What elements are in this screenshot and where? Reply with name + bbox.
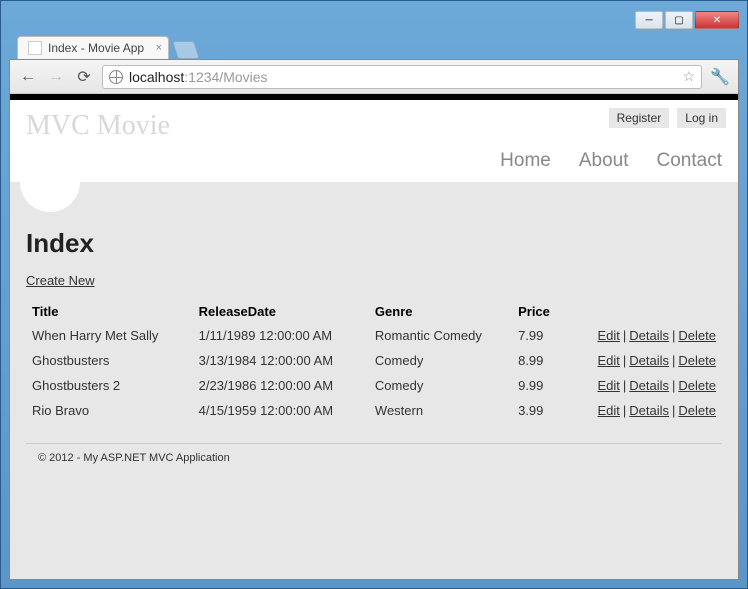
cell-actions: Edit|Details|Delete [565, 348, 722, 373]
edit-link[interactable]: Edit [597, 403, 619, 418]
cell-price: 3.99 [512, 398, 565, 423]
edit-link[interactable]: Edit [597, 378, 619, 393]
bookmark-star-icon[interactable]: ☆ [683, 68, 696, 85]
cell-release: 4/15/1959 12:00:00 AM [193, 398, 369, 423]
delete-link[interactable]: Delete [678, 403, 716, 418]
delete-link[interactable]: Delete [678, 353, 716, 368]
cell-price: 7.99 [512, 323, 565, 348]
browser-toolbar: ← → ⟳ localhost:1234/Movies ☆ 🔧 [10, 60, 738, 94]
cell-actions: Edit|Details|Delete [565, 373, 722, 398]
table-row: Ghostbusters 22/23/1986 12:00:00 AMComed… [26, 373, 722, 398]
edit-link[interactable]: Edit [597, 328, 619, 343]
cell-release: 1/11/1989 12:00:00 AM [193, 323, 369, 348]
cell-title: Ghostbusters 2 [26, 373, 193, 398]
header-circle-decoration [20, 152, 80, 212]
login-link[interactable]: Log in [677, 108, 726, 128]
col-genre: Genre [369, 300, 512, 323]
new-tab-button[interactable] [172, 41, 200, 59]
nav-home[interactable]: Home [500, 150, 551, 172]
nav-about[interactable]: About [579, 150, 629, 172]
details-link[interactable]: Details [629, 403, 669, 418]
delete-link[interactable]: Delete [678, 328, 716, 343]
main-content: Index Create New Title ReleaseDate Genre… [10, 182, 738, 496]
col-price: Price [512, 300, 565, 323]
auth-links: Register Log in [609, 108, 726, 128]
url-host: localhost [129, 69, 184, 85]
back-button[interactable]: ← [18, 67, 38, 87]
url-path: :1234/Movies [184, 69, 267, 85]
edit-link[interactable]: Edit [597, 353, 619, 368]
tab-title: Index - Movie App [48, 41, 144, 55]
maximize-button[interactable]: ▢ [665, 11, 693, 29]
movies-table: Title ReleaseDate Genre Price When Harry… [26, 300, 722, 423]
cell-genre: Comedy [369, 373, 512, 398]
cell-genre: Comedy [369, 348, 512, 373]
details-link[interactable]: Details [629, 378, 669, 393]
site-header: Register Log in MVC Movie Home About Con… [10, 100, 738, 182]
tab-close-icon[interactable]: × [156, 42, 162, 54]
table-row: Rio Bravo4/15/1959 12:00:00 AMWestern3.9… [26, 398, 722, 423]
nav-contact[interactable]: Contact [657, 150, 722, 172]
cell-release: 2/23/1986 12:00:00 AM [193, 373, 369, 398]
cell-genre: Western [369, 398, 512, 423]
col-actions [565, 300, 722, 323]
browser-viewport: ← → ⟳ localhost:1234/Movies ☆ 🔧 Register… [9, 59, 739, 580]
cell-price: 8.99 [512, 348, 565, 373]
minimize-button[interactable]: ─ [635, 11, 663, 29]
register-link[interactable]: Register [609, 108, 670, 128]
browser-window: ─ ▢ ✕ Index - Movie App × ← → ⟳ localhos… [0, 0, 748, 589]
tab-strip: Index - Movie App × [9, 31, 739, 59]
site-footer: © 2012 - My ASP.NET MVC Application [26, 443, 722, 472]
cell-actions: Edit|Details|Delete [565, 398, 722, 423]
cell-title: Rio Bravo [26, 398, 193, 423]
close-button[interactable]: ✕ [695, 11, 739, 29]
table-row: When Harry Met Sally1/11/1989 12:00:00 A… [26, 323, 722, 348]
reload-button[interactable]: ⟳ [74, 67, 94, 87]
cell-title: Ghostbusters [26, 348, 193, 373]
cell-actions: Edit|Details|Delete [565, 323, 722, 348]
page-title: Index [26, 228, 722, 259]
col-title: Title [26, 300, 193, 323]
main-nav: Home About Contact [26, 150, 722, 182]
browser-tab[interactable]: Index - Movie App × [17, 36, 169, 59]
page-body: Register Log in MVC Movie Home About Con… [10, 94, 738, 579]
delete-link[interactable]: Delete [678, 378, 716, 393]
globe-icon [109, 70, 123, 84]
cell-title: When Harry Met Sally [26, 323, 193, 348]
create-new-link[interactable]: Create New [26, 273, 95, 288]
cell-genre: Romantic Comedy [369, 323, 512, 348]
details-link[interactable]: Details [629, 328, 669, 343]
cell-release: 3/13/1984 12:00:00 AM [193, 348, 369, 373]
details-link[interactable]: Details [629, 353, 669, 368]
cell-price: 9.99 [512, 373, 565, 398]
favicon-icon [28, 41, 42, 55]
forward-button[interactable]: → [46, 67, 66, 87]
window-titlebar: ─ ▢ ✕ [9, 9, 739, 31]
address-bar[interactable]: localhost:1234/Movies ☆ [102, 65, 702, 89]
table-header-row: Title ReleaseDate Genre Price [26, 300, 722, 323]
settings-wrench-icon[interactable]: 🔧 [710, 67, 730, 87]
table-row: Ghostbusters3/13/1984 12:00:00 AMComedy8… [26, 348, 722, 373]
col-release: ReleaseDate [193, 300, 369, 323]
